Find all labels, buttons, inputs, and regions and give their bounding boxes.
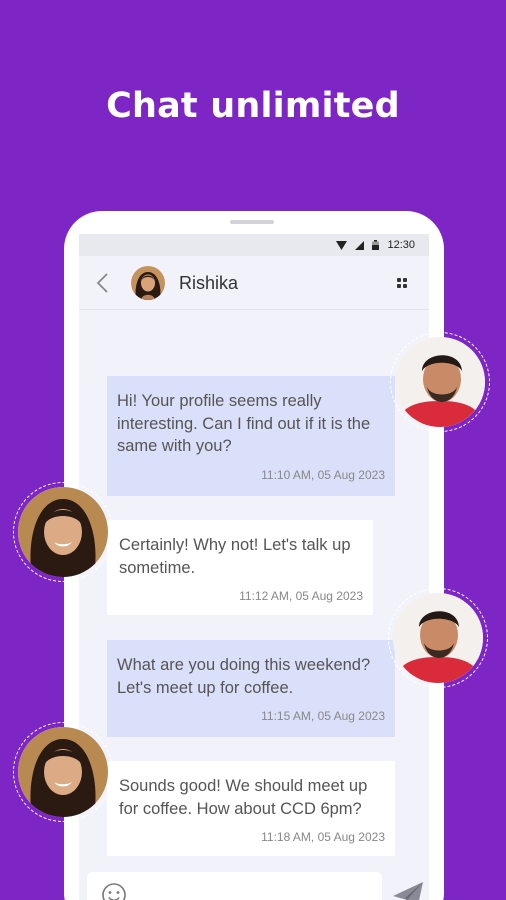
message-text: What are you doing this weekend? Let's m… [117, 656, 371, 697]
phone-screen: 12:30 Rishika Hi! Your profile seems rea… [79, 234, 429, 900]
message-text: Hi! Your profile seems really interestin… [117, 392, 371, 455]
message-text: Certainly! Why not! Let's talk up someti… [119, 536, 351, 577]
message-bubble-sent: What are you doing this weekend? Let's m… [107, 640, 395, 737]
message-bubble-sent: Hi! Your profile seems really interestin… [107, 376, 395, 496]
battery-icon [372, 240, 380, 250]
avatar-male-1 [390, 332, 490, 432]
grid-menu-icon[interactable] [397, 278, 407, 288]
phone-speaker [230, 220, 274, 224]
message-time: 11:12 AM, 05 Aug 2023 [239, 589, 363, 603]
message-input[interactable] [87, 872, 382, 900]
avatar-male-2 [388, 588, 488, 688]
phone-frame: 12:30 Rishika Hi! Your profile seems rea… [64, 211, 444, 900]
headline: Chat unlimited [106, 86, 400, 126]
send-icon[interactable] [391, 880, 425, 900]
message-text: Sounds good! We should meet up for coffe… [119, 777, 368, 818]
chat-app-bar: Rishika [79, 256, 429, 310]
contact-name: Rishika [179, 273, 239, 293]
smiley-icon[interactable] [101, 882, 127, 900]
status-time: 12:30 [387, 239, 415, 251]
message-time: 11:18 AM, 05 Aug 2023 [261, 830, 385, 844]
message-time: 11:10 AM, 05 Aug 2023 [261, 467, 385, 482]
avatar-female-2 [13, 722, 113, 822]
wifi-icon [355, 240, 365, 250]
signal-icon [336, 240, 348, 250]
chevron-left-icon[interactable] [93, 271, 115, 295]
message-bubble-received: Certainly! Why not! Let's talk up someti… [107, 520, 373, 615]
avatar[interactable] [131, 266, 165, 300]
status-bar: 12:30 [79, 234, 429, 256]
message-bubble-received: Sounds good! We should meet up for coffe… [107, 761, 395, 856]
message-time: 11:15 AM, 05 Aug 2023 [261, 709, 385, 723]
avatar-female-1 [13, 482, 113, 582]
